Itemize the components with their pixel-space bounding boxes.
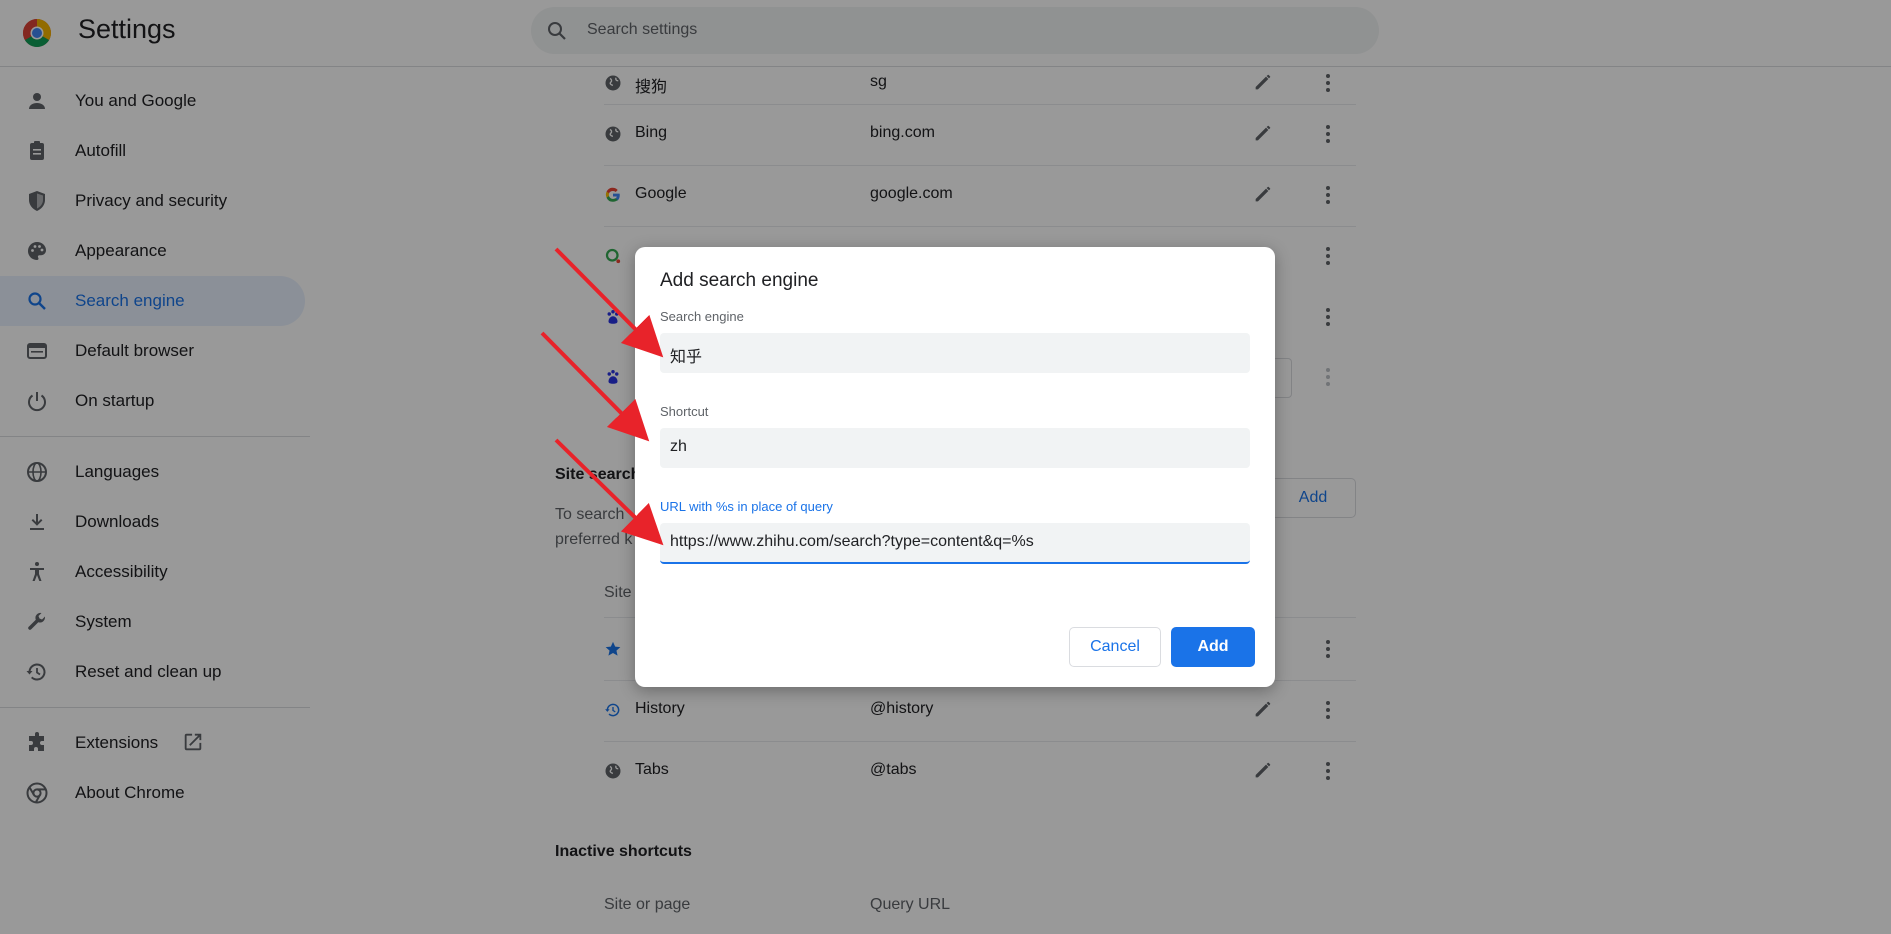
- search-engine-field[interactable]: 知乎: [660, 333, 1250, 373]
- search-engine-label: Search engine: [660, 309, 744, 324]
- add-button[interactable]: Add: [1171, 627, 1255, 667]
- add-search-engine-dialog: Add search engine Search engine 知乎 Short…: [635, 247, 1275, 687]
- url-field[interactable]: https://www.zhihu.com/search?type=conten…: [660, 523, 1250, 564]
- shortcut-field[interactable]: zh: [660, 428, 1250, 468]
- shortcut-label: Shortcut: [660, 404, 709, 419]
- search-engine-value: 知乎: [670, 349, 703, 366]
- shortcut-value: zh: [670, 438, 687, 455]
- url-value: https://www.zhihu.com/search?type=conten…: [670, 533, 1034, 550]
- cancel-button[interactable]: Cancel: [1069, 627, 1161, 667]
- url-label: URL with %s in place of query: [660, 499, 833, 514]
- dialog-title: Add search engine: [660, 270, 819, 291]
